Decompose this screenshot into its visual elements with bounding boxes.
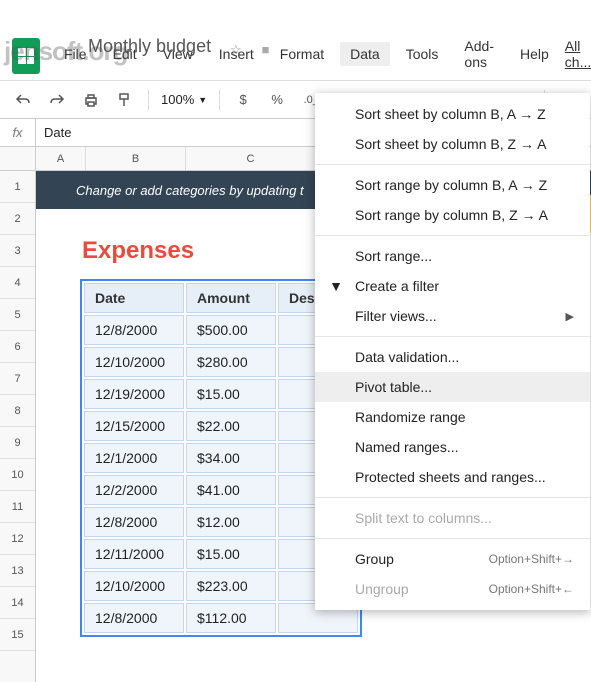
shortcut-label: Option+Shift+→ [489,552,574,566]
data-menu-dropdown: Sort sheet by column B, A → Z Sort sheet… [315,93,590,610]
menu-create-filter[interactable]: ▼Create a filter [315,271,590,301]
cell-date[interactable]: 12/10/2000 [84,347,184,377]
cell-date[interactable]: 12/15/2000 [84,411,184,441]
menu-separator [315,538,590,539]
undo-button[interactable] [8,86,38,114]
menu-tools[interactable]: Tools [396,42,449,66]
document-title[interactable]: Monthly budget [52,36,211,57]
zoom-selector[interactable]: 100% ▼ [157,92,211,107]
redo-button[interactable] [42,86,72,114]
cell-amount[interactable]: $500.00 [186,315,276,345]
cell-amount[interactable]: $12.00 [186,507,276,537]
menu-sort-sheet-za[interactable]: Sort sheet by column B, Z → A [315,129,590,159]
select-all-corner[interactable] [0,147,36,171]
cell-amount[interactable]: $22.00 [186,411,276,441]
row-header[interactable]: 7 [0,363,35,395]
row-header[interactable]: 12 [0,523,35,555]
cell-amount[interactable]: $15.00 [186,539,276,569]
toolbar-separator [219,90,220,110]
paint-format-button[interactable] [110,86,140,114]
cell-amount[interactable]: $112.00 [186,603,276,633]
menu-separator [315,497,590,498]
menu-split-text: Split text to columns... [315,503,590,533]
star-icon[interactable]: ☆ [230,42,242,58]
cell-date[interactable]: 12/8/2000 [84,603,184,633]
row-header[interactable]: 10 [0,459,35,491]
menu-pivot-table[interactable]: Pivot table... [315,372,590,402]
cell-amount[interactable]: $223.00 [186,571,276,601]
row-header[interactable]: 15 [0,619,35,651]
filter-icon: ▼ [327,278,345,294]
menu-named-ranges[interactable]: Named ranges... [315,432,590,462]
menu-help[interactable]: Help [510,42,559,66]
row-header[interactable]: 14 [0,587,35,619]
shortcut-label: Option+Shift+← [489,582,574,596]
menu-format[interactable]: Format [270,42,334,66]
header-date[interactable]: Date [84,283,184,313]
menu-group[interactable]: GroupOption+Shift+→ [315,544,590,574]
row-header[interactable]: 9 [0,427,35,459]
cell-amount[interactable]: $280.00 [186,347,276,377]
currency-button[interactable]: $ [228,86,258,114]
cell-date[interactable]: 12/1/2000 [84,443,184,473]
column-header[interactable]: B [86,147,186,170]
menu-separator [315,164,590,165]
cell-date[interactable]: 12/2/2000 [84,475,184,505]
cell-date[interactable]: 12/19/2000 [84,379,184,409]
cell-date[interactable]: 12/11/2000 [84,539,184,569]
row-header[interactable]: 13 [0,555,35,587]
all-changes-link[interactable]: All ch... [565,38,591,70]
cell-amount[interactable]: $41.00 [186,475,276,505]
row-header[interactable]: 8 [0,395,35,427]
folder-icon[interactable]: ■ [262,42,270,58]
section-title: Expenses [82,237,194,265]
submenu-arrow-icon: ▶ [566,310,574,323]
chevron-down-icon: ▼ [198,95,207,105]
row-header[interactable]: 2 [0,203,35,235]
row-headers: 123456789101112131415 [0,171,36,682]
menu-randomize-range[interactable]: Randomize range [315,402,590,432]
row-header[interactable]: 4 [0,267,35,299]
menu-ungroup: UngroupOption+Shift+← [315,574,590,604]
fx-label: fx [0,119,36,146]
toolbar-separator [148,90,149,110]
menu-addons[interactable]: Add-ons [454,34,504,74]
menu-data-validation[interactable]: Data validation... [315,342,590,372]
menu-sort-range-az[interactable]: Sort range by column B, A → Z [315,170,590,200]
menu-separator [315,235,590,236]
row-header[interactable]: 11 [0,491,35,523]
menu-protected-sheets[interactable]: Protected sheets and ranges... [315,462,590,492]
formula-input[interactable]: Date [36,125,71,140]
menu-data[interactable]: Data [340,42,390,66]
sheets-logo-icon[interactable] [12,38,40,74]
percent-button[interactable]: % [262,86,292,114]
cell-date[interactable]: 12/8/2000 [84,315,184,345]
row-header[interactable]: 3 [0,235,35,267]
menu-separator [315,336,590,337]
header-amount[interactable]: Amount [186,283,276,313]
column-header[interactable]: A [36,147,86,170]
menu-sort-range-za[interactable]: Sort range by column B, Z → A [315,200,590,230]
menu-sort-range[interactable]: Sort range... [315,241,590,271]
menu-filter-views[interactable]: Filter views...▶ [315,301,590,331]
menu-sort-sheet-az[interactable]: Sort sheet by column B, A → Z [315,99,590,129]
cell-amount[interactable]: $15.00 [186,379,276,409]
row-header[interactable]: 5 [0,299,35,331]
row-header[interactable]: 1 [0,171,35,203]
cell-date[interactable]: 12/10/2000 [84,571,184,601]
print-button[interactable] [76,86,106,114]
row-header[interactable]: 6 [0,331,35,363]
column-header[interactable]: C [186,147,316,170]
cell-date[interactable]: 12/8/2000 [84,507,184,537]
cell-amount[interactable]: $34.00 [186,443,276,473]
